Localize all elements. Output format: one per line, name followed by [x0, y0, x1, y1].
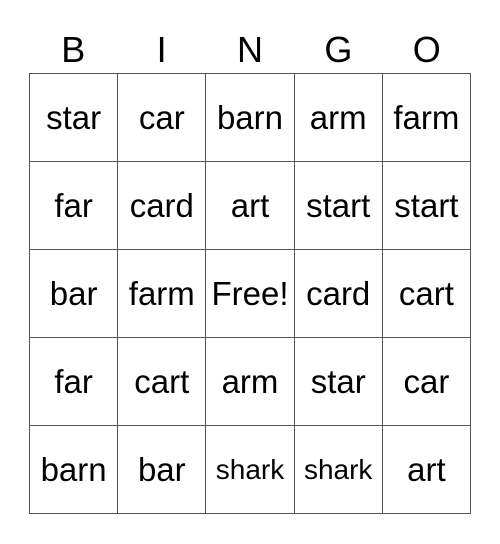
- bingo-cell[interactable]: start: [382, 162, 471, 250]
- bingo-cell[interactable]: farm: [118, 250, 207, 338]
- bingo-cell[interactable]: cart: [118, 338, 207, 426]
- bingo-cell[interactable]: art: [382, 426, 471, 514]
- bingo-cell[interactable]: bar: [30, 250, 119, 338]
- bingo-cell[interactable]: farm: [382, 74, 471, 162]
- bingo-cell[interactable]: far: [30, 162, 119, 250]
- bingo-cell[interactable]: barn: [206, 74, 295, 162]
- bingo-cell[interactable]: shark: [206, 426, 295, 514]
- bingo-cell[interactable]: far: [30, 338, 119, 426]
- header-letter: N: [236, 29, 263, 70]
- header-letter: G: [324, 29, 353, 70]
- bingo-card-grid: star car barn arm farm far card art start start ba…: [29, 73, 471, 514]
- bingo-cell[interactable]: star: [294, 338, 383, 426]
- bingo-cell[interactable]: car: [118, 74, 207, 162]
- free-space-cell[interactable]: Free!: [206, 250, 295, 338]
- header-letter: I: [156, 29, 167, 70]
- bingo-cell[interactable]: card: [294, 250, 383, 338]
- bingo-cell[interactable]: art: [206, 162, 295, 250]
- bingo-cell[interactable]: cart: [382, 250, 471, 338]
- bingo-cell[interactable]: car: [382, 338, 471, 426]
- bingo-cell[interactable]: barn: [30, 426, 119, 514]
- bingo-cell[interactable]: start: [294, 162, 383, 250]
- bingo-cell[interactable]: card: [118, 162, 207, 250]
- bingo-cell[interactable]: bar: [118, 426, 207, 514]
- bingo-header: B I N G O: [29, 28, 471, 72]
- header-letter: B: [61, 29, 86, 70]
- bingo-cell[interactable]: star: [30, 74, 119, 162]
- bingo-cell[interactable]: shark: [294, 426, 383, 514]
- header-letter: O: [412, 29, 441, 70]
- bingo-cell[interactable]: arm: [294, 74, 383, 162]
- bingo-cell[interactable]: arm: [206, 338, 295, 426]
